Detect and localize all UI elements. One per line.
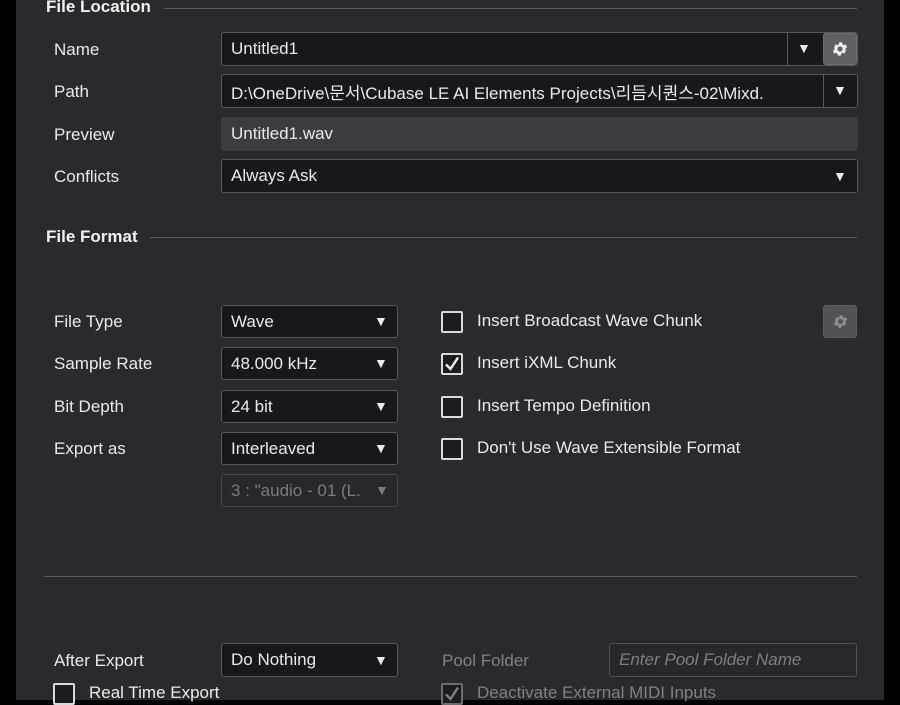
pool-folder-input[interactable]: Enter Pool Folder Name bbox=[609, 643, 857, 677]
chevron-down-icon[interactable]: ▼ bbox=[797, 40, 811, 56]
path-value: D:\OneDrive\문서\Cubase LE AI Elements Pro… bbox=[231, 83, 764, 103]
chevron-down-icon[interactable]: ▼ bbox=[374, 313, 388, 329]
preview-value: Untitled1.wav bbox=[231, 124, 334, 143]
chevron-down-icon[interactable]: ▼ bbox=[374, 440, 388, 456]
file-type-value: Wave bbox=[231, 311, 274, 331]
ixml-chunk-label[interactable]: Insert iXML Chunk bbox=[477, 353, 616, 373]
preview-field: Untitled1.wav bbox=[221, 117, 858, 151]
channel-value: 3 : "audio - 01 (L. bbox=[231, 480, 361, 500]
name-value: Untitled1 bbox=[231, 39, 299, 58]
ixml-chunk-checkbox[interactable] bbox=[441, 353, 463, 375]
file-format-divider bbox=[150, 237, 857, 238]
name-separator bbox=[787, 33, 788, 65]
file-type-dropdown[interactable]: Wave bbox=[221, 305, 398, 338]
export-as-label: Export as bbox=[54, 439, 126, 458]
preview-label: Preview bbox=[54, 125, 115, 144]
path-label: Path bbox=[54, 82, 89, 101]
name-label: Name bbox=[54, 40, 100, 59]
sample-rate-value: 48.000 kHz bbox=[231, 353, 317, 373]
section-divider bbox=[44, 576, 857, 577]
chevron-down-icon: ▼ bbox=[375, 482, 389, 498]
chevron-down-icon[interactable]: ▼ bbox=[833, 168, 847, 184]
sample-rate-dropdown[interactable]: 48.000 kHz bbox=[221, 347, 398, 380]
chevron-down-icon[interactable]: ▼ bbox=[833, 82, 847, 98]
tempo-definition-checkbox[interactable] bbox=[441, 396, 463, 418]
gear-icon bbox=[833, 315, 847, 328]
name-settings-button[interactable] bbox=[823, 33, 857, 65]
export-as-dropdown[interactable]: Interleaved bbox=[221, 432, 398, 465]
after-export-dropdown[interactable]: Do Nothing bbox=[221, 643, 398, 677]
channel-dropdown: 3 : "audio - 01 (L. bbox=[221, 474, 398, 507]
conflicts-dropdown[interactable]: Always Ask bbox=[221, 159, 858, 193]
deactivate-midi-checkbox[interactable] bbox=[441, 683, 463, 705]
broadcast-wave-checkbox[interactable] bbox=[441, 311, 463, 333]
path-field[interactable]: D:\OneDrive\문서\Cubase LE AI Elements Pro… bbox=[221, 74, 858, 108]
real-time-export-label[interactable]: Real Time Export bbox=[89, 683, 219, 703]
conflicts-value: Always Ask bbox=[231, 166, 317, 185]
file-format-title: File Format bbox=[46, 227, 138, 246]
conflicts-label: Conflicts bbox=[54, 167, 120, 186]
export-as-value: Interleaved bbox=[231, 438, 316, 458]
wave-extensible-checkbox[interactable] bbox=[441, 438, 463, 460]
gear-icon bbox=[832, 42, 848, 56]
pool-folder-placeholder: Enter Pool Folder Name bbox=[619, 650, 802, 669]
file-location-divider bbox=[164, 8, 857, 9]
file-type-label: File Type bbox=[54, 312, 123, 331]
bit-depth-label: Bit Depth bbox=[54, 397, 124, 416]
chevron-down-icon[interactable]: ▼ bbox=[374, 355, 388, 371]
chevron-down-icon[interactable]: ▼ bbox=[374, 398, 388, 414]
bit-depth-dropdown[interactable]: 24 bit bbox=[221, 390, 398, 423]
bit-depth-value: 24 bit bbox=[231, 396, 273, 416]
real-time-export-checkbox[interactable] bbox=[53, 683, 75, 705]
wave-extensible-label[interactable]: Don't Use Wave Extensible Format bbox=[477, 438, 740, 458]
broadcast-settings-button[interactable] bbox=[823, 305, 857, 338]
broadcast-wave-label[interactable]: Insert Broadcast Wave Chunk bbox=[477, 311, 702, 331]
chevron-down-icon[interactable]: ▼ bbox=[374, 652, 388, 668]
deactivate-midi-label[interactable]: Deactivate External MIDI Inputs bbox=[477, 683, 716, 703]
pool-folder-label: Pool Folder bbox=[442, 651, 529, 670]
name-field[interactable]: Untitled1 bbox=[221, 32, 858, 66]
check-icon bbox=[445, 356, 460, 371]
path-separator bbox=[823, 75, 824, 107]
after-export-value: Do Nothing bbox=[231, 650, 317, 669]
sample-rate-label: Sample Rate bbox=[54, 354, 153, 373]
tempo-definition-label[interactable]: Insert Tempo Definition bbox=[477, 396, 651, 416]
after-export-label: After Export bbox=[54, 651, 144, 670]
check-icon bbox=[445, 686, 460, 701]
file-location-title: File Location bbox=[46, 0, 151, 16]
